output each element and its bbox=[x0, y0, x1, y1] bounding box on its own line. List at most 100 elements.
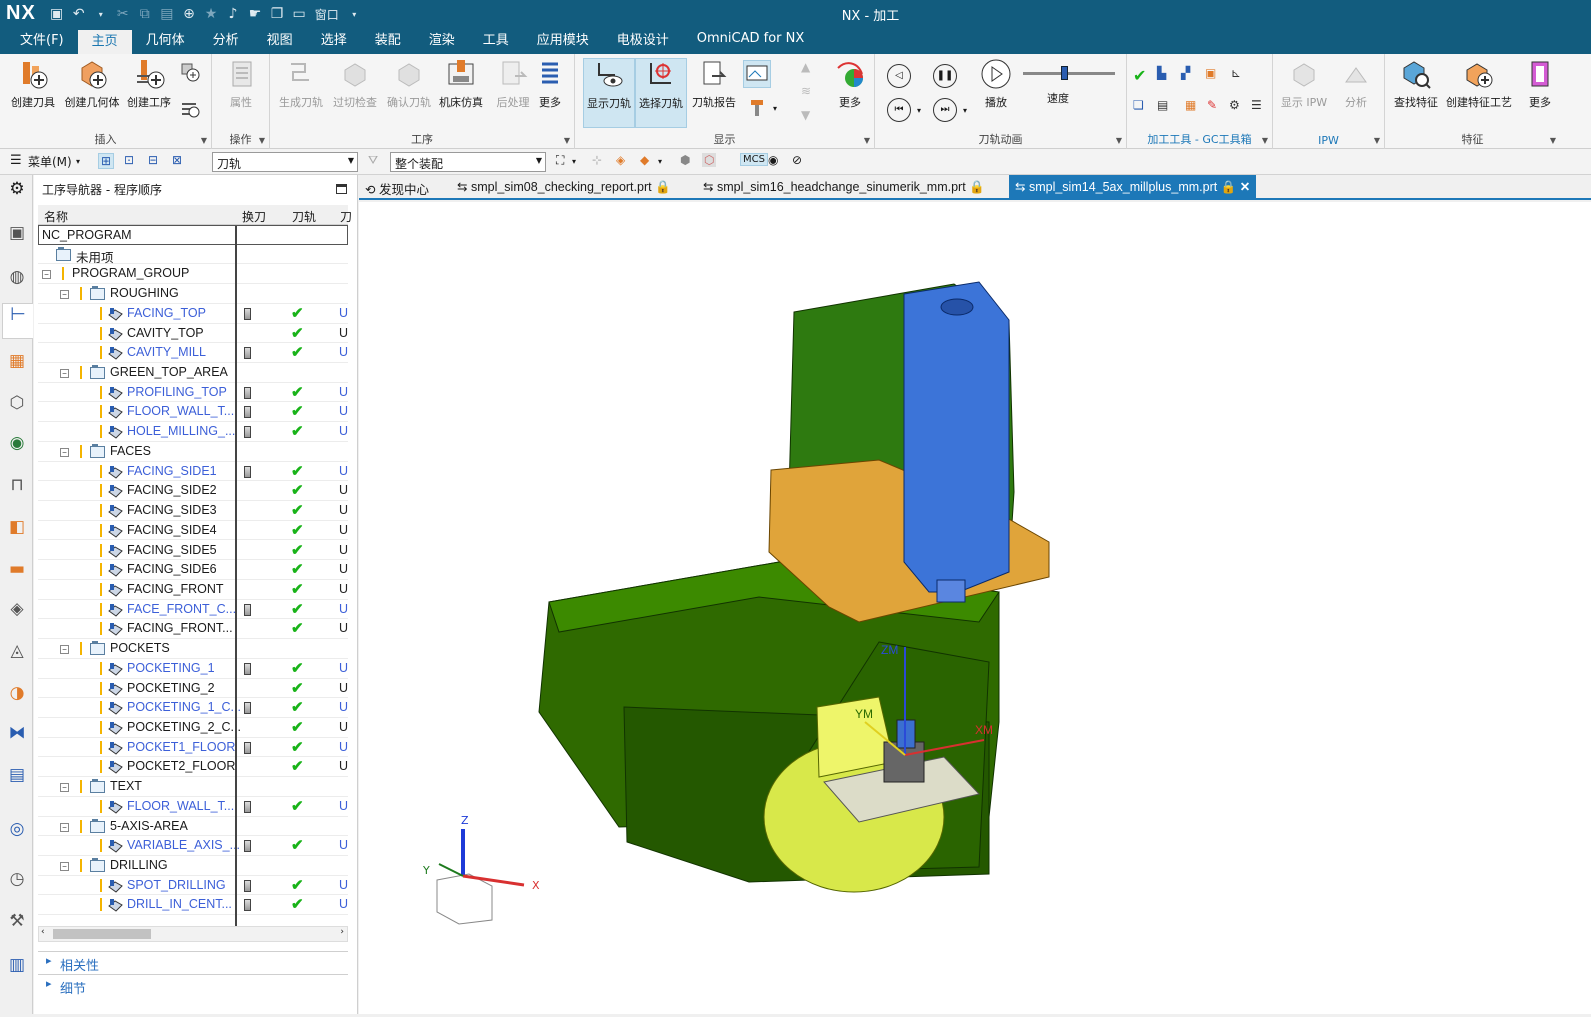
create-operation-button[interactable]: 创建工序 bbox=[122, 58, 176, 122]
step-back-icon[interactable]: ◁ bbox=[887, 64, 911, 88]
properties-button[interactable]: 属性 bbox=[214, 58, 268, 122]
tree-row[interactable]: NC_PROGRAM bbox=[38, 225, 348, 245]
gc-hierarchy-icon[interactable]: ▞ bbox=[1181, 66, 1201, 86]
type-filter-combo[interactable]: 刀轨 ▼ bbox=[212, 152, 358, 172]
part-navigator-icon[interactable]: ▣ bbox=[5, 223, 29, 247]
tab-discovery-center[interactable]: ⟲ 发现中心 bbox=[365, 175, 429, 199]
collapse-toggle-icon[interactable]: − bbox=[60, 290, 69, 300]
gc-doc-icon[interactable]: ▤ bbox=[1157, 98, 1177, 118]
graphics-viewport[interactable]: ZM YM XM Z Y X bbox=[359, 202, 1591, 1014]
menu-item-3[interactable]: 分析 bbox=[199, 28, 253, 54]
hide-icon[interactable]: ⊘ bbox=[792, 153, 802, 167]
ipw-analysis-button[interactable]: 分析 bbox=[1329, 58, 1383, 122]
nav-view-tool-icon[interactable]: ⊡ bbox=[124, 153, 134, 167]
select-toolpath-button[interactable]: 选择刀轨 bbox=[635, 58, 687, 128]
history-clock-icon[interactable]: ◷ bbox=[5, 869, 29, 893]
display-ipw-toggle-icon[interactable] bbox=[743, 60, 771, 88]
tab-sim16[interactable]: ⇆ smpl_sim16_headchange_sinumerik_mm.prt… bbox=[703, 175, 985, 199]
machine-navigator-icon[interactable]: ▦ bbox=[5, 351, 29, 375]
operation-row[interactable]: FLOOR_WALL_T... ✔ U bbox=[38, 402, 348, 423]
menu-item-11[interactable]: OmniCAD for NX bbox=[683, 28, 819, 54]
collapse-toggle-icon[interactable]: − bbox=[42, 270, 51, 280]
eye-view-icon[interactable]: ◉ bbox=[5, 433, 29, 457]
operation-row[interactable]: FLOOR_WALL_T... ✔ U bbox=[38, 797, 348, 817]
select-face-icon[interactable]: ◆ bbox=[640, 153, 649, 167]
select-filter-icon[interactable]: ⛶ bbox=[556, 153, 564, 168]
rewind-icon[interactable]: ⏮ bbox=[887, 98, 911, 122]
group-dropdown-icon[interactable]: ▼ bbox=[259, 136, 265, 145]
group-row[interactable]: − ROUGHING bbox=[38, 284, 348, 304]
reuse-library-icon[interactable]: ⬡ bbox=[5, 393, 29, 417]
gc-param-icon[interactable]: ▣ bbox=[1205, 66, 1225, 86]
close-icon[interactable]: ✕ bbox=[1236, 180, 1250, 194]
create-feature-process-button[interactable]: 创建特征工艺 bbox=[1443, 58, 1515, 122]
column-divider[interactable] bbox=[235, 226, 237, 926]
menu-item-4[interactable]: 视图 bbox=[253, 28, 307, 54]
operation-row[interactable]: FACING_SIDE5 ✔ U bbox=[38, 541, 348, 561]
create-geometry-button[interactable]: 创建几何体 bbox=[62, 58, 122, 122]
arrow-up-icon[interactable]: ▲ bbox=[801, 60, 821, 80]
group-row[interactable]: − FACES bbox=[38, 442, 348, 462]
select-all-icon[interactable]: ⬡ bbox=[702, 153, 717, 167]
mcs-display-icon[interactable]: MCS bbox=[740, 153, 768, 166]
display-more-button[interactable]: 更多 bbox=[825, 58, 875, 122]
verify-toolpath-button[interactable]: 确认刀轨 bbox=[382, 58, 436, 122]
nav-view-method-icon[interactable]: ⊠ bbox=[172, 153, 182, 167]
menu-item-1[interactable]: 主页 bbox=[77, 30, 132, 54]
machine-tool-icon[interactable]: ⊓ bbox=[5, 475, 29, 499]
show-ipw-button[interactable]: 显示 IPW bbox=[1277, 58, 1331, 122]
scope-filter-combo[interactable]: 整个装配 ▼ bbox=[390, 152, 546, 172]
select-face-dropdown-icon[interactable]: ▾ bbox=[658, 157, 662, 166]
group-dropdown-icon[interactable]: ▼ bbox=[1374, 136, 1380, 145]
find-feature-button[interactable]: 查找特征 bbox=[1389, 58, 1443, 122]
menu-icon[interactable]: ☰ bbox=[10, 153, 22, 168]
menu-item-6[interactable]: 装配 bbox=[361, 28, 415, 54]
collapse-toggle-icon[interactable]: − bbox=[60, 862, 69, 872]
create-tool-button[interactable]: 创建刀具 bbox=[6, 58, 60, 122]
operation-row[interactable]: POCKETING_1_C... ✔ U bbox=[38, 698, 348, 718]
toolpath-report-button[interactable]: 刀轨报告 bbox=[687, 58, 741, 122]
operation-row[interactable]: POCKETING_2 ✔ U bbox=[38, 679, 348, 699]
operation-row[interactable]: FACE_FRONT_C... ✔ U bbox=[38, 600, 348, 620]
operation-row[interactable]: FACING_SIDE6 ✔ U bbox=[38, 560, 348, 580]
speed-slider-thumb[interactable] bbox=[1061, 66, 1068, 80]
gc-chart-icon[interactable]: ⊾ bbox=[1231, 66, 1251, 86]
menu-item-7[interactable]: 渲染 bbox=[415, 28, 469, 54]
operation-row[interactable]: FACING_SIDE4 ✔ U bbox=[38, 521, 348, 541]
tab-sim08[interactable]: ⇆ smpl_sim08_checking_report.prt 🔒 bbox=[457, 175, 671, 199]
web-browser-icon[interactable]: ◎ bbox=[5, 819, 29, 843]
arrow-down-icon[interactable]: ▼ bbox=[801, 108, 821, 128]
fixture-icon[interactable]: ◑ bbox=[5, 683, 29, 707]
operation-row[interactable]: PROFILING_TOP ✔ U bbox=[38, 383, 348, 403]
insert-small-2-icon[interactable] bbox=[180, 98, 200, 118]
fast-forward-icon[interactable]: ⏭ bbox=[933, 98, 957, 122]
ruler-icon[interactable]: ▬ bbox=[5, 559, 29, 583]
play-button[interactable]: 播放 bbox=[971, 58, 1021, 122]
group-dropdown-icon[interactable]: ▼ bbox=[564, 136, 570, 145]
operation-row[interactable]: FACING_TOP ✔ U bbox=[38, 304, 348, 324]
assembly-navigator-icon[interactable]: ◍ bbox=[5, 267, 29, 291]
scroll-left-icon[interactable]: ‹ bbox=[41, 927, 45, 937]
group-row[interactable]: − TEXT bbox=[38, 777, 348, 797]
gc-export-icon[interactable]: ▦ bbox=[1185, 98, 1205, 118]
show-eye-icon[interactable]: ◉ bbox=[768, 153, 778, 167]
group-row[interactable]: − GREEN_TOP_AREA bbox=[38, 363, 348, 383]
insert-small-1-icon[interactable] bbox=[180, 62, 200, 82]
collapse-toggle-icon[interactable]: − bbox=[60, 783, 69, 793]
select-filter-dropdown-icon[interactable]: ▾ bbox=[572, 157, 576, 166]
operation-navigator-icon[interactable]: ⊢ bbox=[2, 303, 33, 339]
feature-navigator-icon[interactable]: ◧ bbox=[5, 517, 29, 541]
column-tool-change[interactable]: 换刀 bbox=[242, 208, 266, 225]
operation-row[interactable]: SPOT_DRILLING ✔ U bbox=[38, 876, 348, 896]
menu-item-0[interactable]: 文件(F) bbox=[6, 28, 78, 54]
gc-settings-icon[interactable]: ⚙ bbox=[1229, 98, 1249, 118]
snap-icon[interactable]: ⊹ bbox=[592, 153, 602, 167]
process-icon[interactable]: ◬ bbox=[5, 641, 29, 665]
horizontal-scrollbar[interactable]: ‹ › bbox=[38, 926, 348, 942]
show-toolpath-button[interactable]: 显示刀轨 bbox=[583, 58, 635, 128]
filter-funnel-icon[interactable]: ⛛ bbox=[368, 153, 378, 168]
gc-check-icon[interactable]: ✔ bbox=[1133, 66, 1153, 86]
group-dropdown-icon[interactable]: ▼ bbox=[201, 136, 207, 145]
collapse-toggle-icon[interactable]: − bbox=[60, 822, 69, 832]
scroll-right-icon[interactable]: › bbox=[340, 927, 344, 937]
